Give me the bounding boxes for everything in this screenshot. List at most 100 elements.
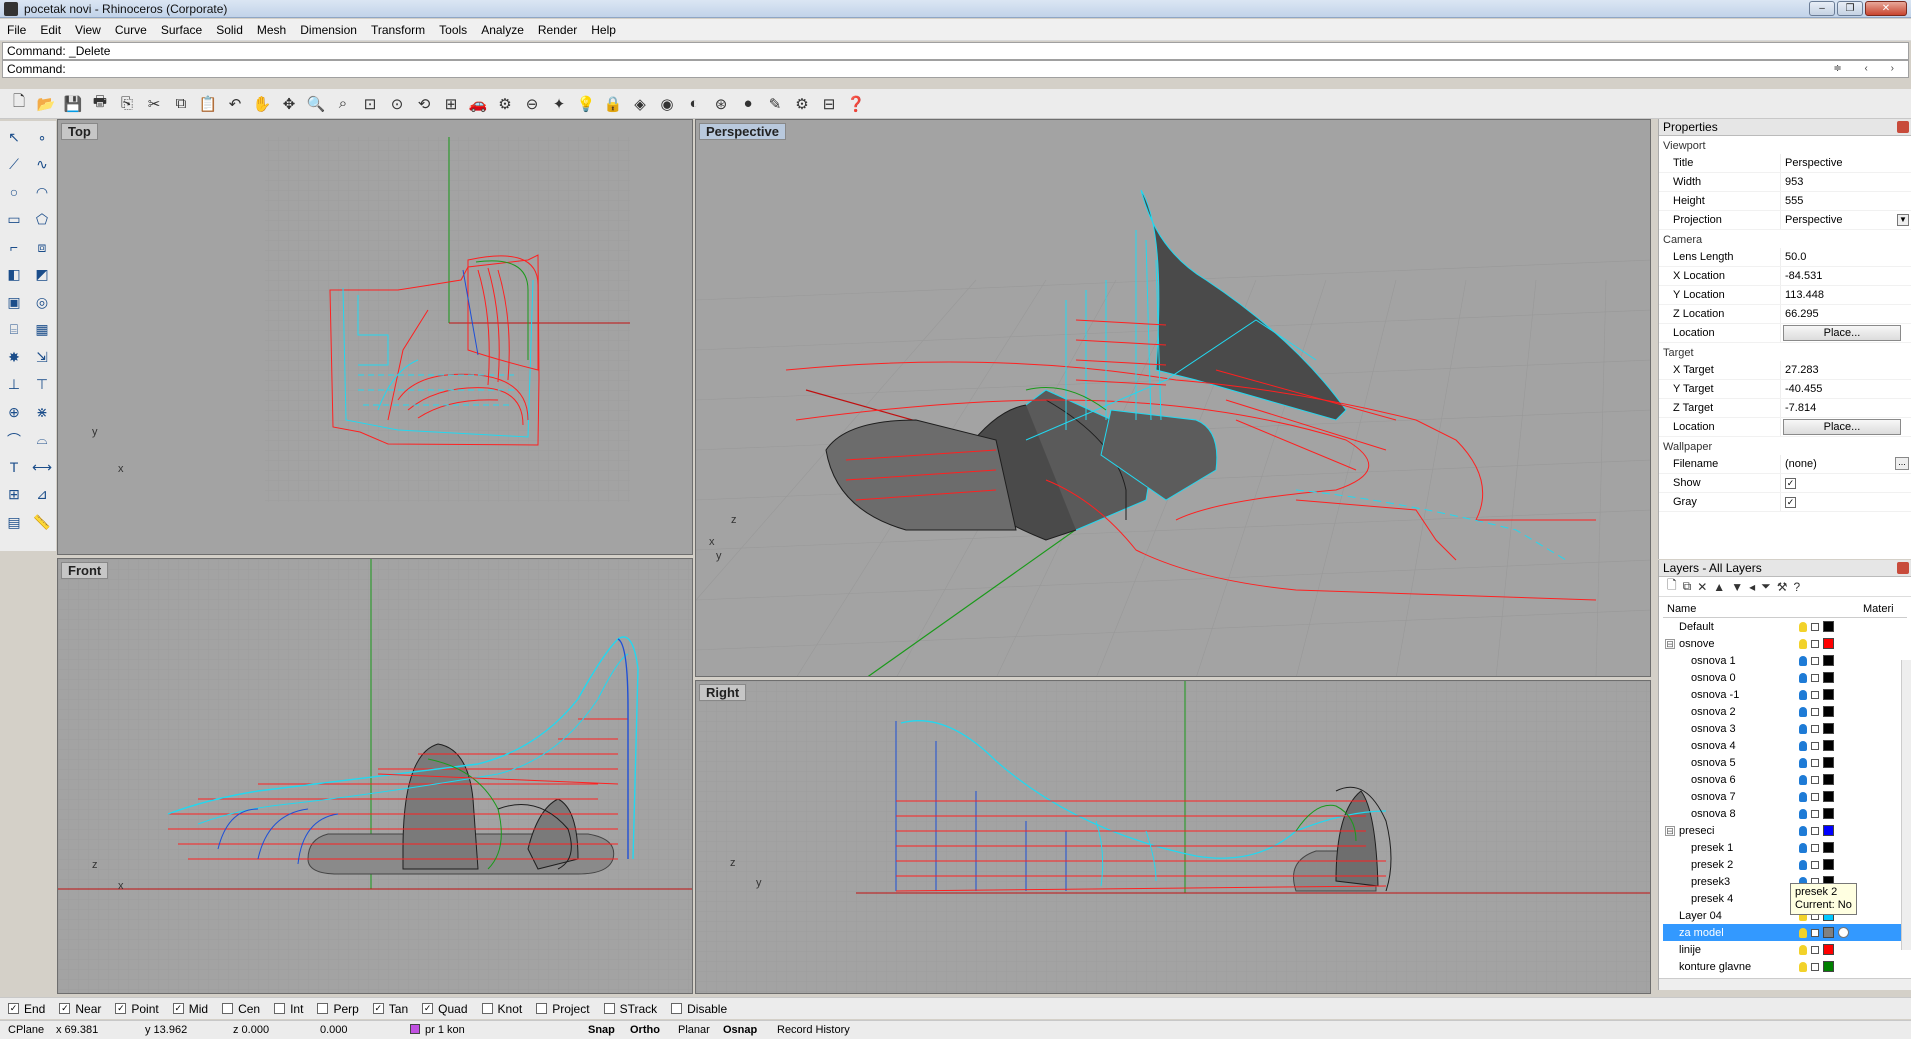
layer-color-swatch[interactable]: [1823, 740, 1834, 751]
menu-render[interactable]: Render: [531, 23, 584, 37]
viewport-top[interactable]: Top y x: [57, 119, 693, 555]
prop-xtarget-value[interactable]: 27.283: [1781, 361, 1911, 379]
undo-icon[interactable]: ↶: [224, 93, 246, 115]
polyline-icon[interactable]: ⟋: [2, 153, 26, 177]
wireframe-sphere-icon[interactable]: ⊛: [710, 93, 732, 115]
layers-name-column[interactable]: Name: [1663, 600, 1863, 617]
four-viewports-icon[interactable]: ⊞: [440, 93, 462, 115]
new-layer-icon[interactable]: 🗋: [1667, 576, 1677, 597]
shaded-sphere-icon[interactable]: ◐: [683, 93, 705, 115]
layer-color-swatch[interactable]: [1823, 757, 1834, 768]
menu-dimension[interactable]: Dimension: [293, 23, 364, 37]
snap-toggle[interactable]: Snap: [588, 1024, 615, 1036]
trim-icon[interactable]: ⊤: [30, 373, 54, 397]
new-file-icon[interactable]: 🗋: [8, 93, 30, 115]
layer-color-swatch[interactable]: [1823, 825, 1834, 836]
split-icon[interactable]: ⊥: [2, 373, 26, 397]
lock-icon[interactable]: [1811, 724, 1819, 733]
toolbar-layout-icon[interactable]: ⊟: [818, 93, 840, 115]
transform-icon[interactable]: ✸: [2, 345, 26, 369]
osnap-checkbox[interactable]: ✓: [422, 1003, 434, 1014]
layers-material-column[interactable]: Materi: [1863, 600, 1894, 617]
layer-color-swatch[interactable]: [1823, 808, 1834, 819]
light-bulb-icon[interactable]: [1799, 621, 1807, 632]
layer-row[interactable]: osnova 6: [1663, 771, 1907, 788]
options-gear-icon[interactable]: ⚙: [791, 93, 813, 115]
layer-row[interactable]: osnova -1: [1663, 686, 1907, 703]
zoom-window-icon[interactable]: ⌕: [332, 93, 354, 115]
place-target-button[interactable]: Place...: [1783, 419, 1901, 435]
rotate-view-icon[interactable]: ✥: [278, 93, 300, 115]
lock-icon[interactable]: 🔒: [602, 93, 624, 115]
move-icon[interactable]: ⇲: [30, 345, 54, 369]
lock-icon[interactable]: [1811, 656, 1819, 665]
light-bulb-icon[interactable]: 💡: [575, 93, 597, 115]
prop-filename-field[interactable]: (none)...: [1781, 455, 1911, 473]
select-arrow-icon[interactable]: ↖: [2, 125, 26, 149]
light-bulb-icon[interactable]: [1799, 638, 1807, 649]
show-checkbox[interactable]: ✓: [1785, 477, 1796, 489]
viewport-right-label[interactable]: Right: [699, 684, 747, 701]
layer-color-swatch[interactable]: [1823, 944, 1834, 955]
osnap-checkbox[interactable]: [222, 1003, 234, 1014]
ruler-icon[interactable]: 📏: [30, 510, 54, 534]
layer-row[interactable]: osnova 8: [1663, 805, 1907, 822]
osnap-checkbox[interactable]: [317, 1003, 329, 1014]
lock-icon[interactable]: [1811, 775, 1819, 784]
lock-icon[interactable]: [1811, 690, 1819, 699]
render-box-icon[interactable]: ▤: [2, 510, 26, 534]
mesh-icon[interactable]: ▦: [30, 318, 54, 342]
osnap-end[interactable]: ✓ End: [8, 1002, 45, 1016]
ortho-toggle[interactable]: Ortho: [630, 1024, 660, 1036]
offset-icon[interactable]: ⧈: [30, 235, 54, 259]
light-bulb-icon[interactable]: [1799, 944, 1807, 955]
boolean-icon[interactable]: ◎: [30, 290, 54, 314]
move-up-icon[interactable]: ▲: [1713, 580, 1725, 594]
tools-icon[interactable]: ⚒: [1777, 580, 1788, 594]
layer-color-swatch[interactable]: [1823, 672, 1834, 683]
prop-zloc-value[interactable]: 66.295: [1781, 305, 1911, 323]
viewport-right[interactable]: Right z y: [695, 680, 1651, 994]
osnap-checkbox[interactable]: ✓: [172, 1003, 184, 1014]
car-icon[interactable]: 🚗: [467, 93, 489, 115]
lock-icon[interactable]: [1811, 639, 1819, 648]
lock-icon[interactable]: [1811, 826, 1819, 835]
lock-icon[interactable]: [1811, 707, 1819, 716]
osnap-checkbox[interactable]: ✓: [8, 1003, 19, 1014]
analyze-icon[interactable]: ⊿: [30, 483, 54, 507]
menu-surface[interactable]: Surface: [154, 23, 209, 37]
prop-lens-value[interactable]: 50.0: [1781, 248, 1911, 266]
light-bulb-icon[interactable]: [1799, 689, 1807, 700]
cylinder-icon[interactable]: ⌸: [2, 318, 26, 342]
place-camera-button[interactable]: Place...: [1783, 325, 1901, 341]
osnap-checkbox[interactable]: [274, 1003, 286, 1014]
surface-icon[interactable]: ◧: [2, 263, 26, 287]
viewport-perspective-label[interactable]: Perspective: [699, 123, 786, 140]
layer-color-swatch[interactable]: [1823, 655, 1834, 666]
osnap-checkbox[interactable]: ✓: [59, 1003, 71, 1014]
delete-layer-icon[interactable]: ✕: [1697, 580, 1707, 594]
zoom-selected-icon[interactable]: ⊙: [386, 93, 408, 115]
layer-row[interactable]: presek3: [1663, 873, 1907, 890]
loft-icon[interactable]: ◩: [30, 263, 54, 287]
prop-ztarget-value[interactable]: -7.814: [1781, 399, 1911, 417]
filter-icon[interactable]: ⏷: [1761, 579, 1771, 594]
layer-row[interactable]: Default: [1663, 618, 1907, 635]
lock-icon[interactable]: [1811, 928, 1819, 937]
layer-color-swatch[interactable]: [1823, 859, 1834, 870]
osnap-checkbox[interactable]: [603, 1003, 615, 1014]
prop-xloc-value[interactable]: -84.531: [1781, 267, 1911, 285]
current-layer-name[interactable]: pr 1 kon: [425, 1024, 465, 1036]
lock-icon[interactable]: [1811, 809, 1819, 818]
prop-yloc-value[interactable]: 113.448: [1781, 286, 1911, 304]
color-wheel-icon[interactable]: ◉: [656, 93, 678, 115]
lock-icon[interactable]: [1811, 758, 1819, 767]
layer-color-swatch[interactable]: [1823, 842, 1834, 853]
osnap-quad[interactable]: ✓ Quad: [422, 1002, 468, 1016]
save-icon[interactable]: 💾: [62, 93, 84, 115]
curve-icon[interactable]: ∿: [30, 153, 54, 177]
osnap-tan[interactable]: ✓ Tan: [372, 1002, 408, 1016]
lock-icon[interactable]: [1811, 962, 1819, 971]
layer-color-swatch[interactable]: [1823, 723, 1834, 734]
zoom-icon[interactable]: 🔍: [305, 93, 327, 115]
